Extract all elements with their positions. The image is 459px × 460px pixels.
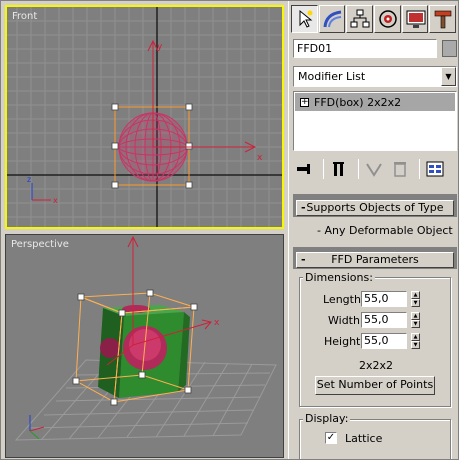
motion-tab[interactable]: [374, 5, 401, 33]
toolbar-divider: [323, 159, 324, 179]
trash-icon: [394, 162, 406, 177]
configure-sets-button[interactable]: [424, 158, 446, 180]
modifier-stack: + FFD(box) 2x2x2: [293, 91, 457, 151]
display-icon: [406, 10, 426, 28]
lattice-checkbox[interactable]: ✓: [325, 432, 337, 444]
hammer-icon: [435, 10, 452, 29]
viewport-area: y x z x Front x Perspective: [1, 1, 287, 459]
stack-item-ffd-box[interactable]: + FFD(box) 2x2x2: [295, 93, 455, 111]
modify-tab[interactable]: [318, 5, 346, 33]
width-field[interactable]: 55,0: [361, 312, 407, 328]
length-spinner[interactable]: ▲ ▼: [411, 291, 420, 307]
expand-icon[interactable]: +: [300, 97, 309, 107]
modifier-list-dropdown[interactable]: Modifier List ▼: [293, 66, 457, 87]
front-viewport-canvas: y x z x: [7, 7, 282, 227]
object-name-field[interactable]: FFD01: [293, 39, 437, 58]
command-panel-tabs: [291, 5, 457, 35]
lattice-label: Lattice: [345, 432, 383, 445]
width-label: Width:: [328, 314, 364, 327]
show-end-result-button[interactable]: [328, 158, 350, 180]
width-spinner[interactable]: ▲ ▼: [411, 312, 420, 328]
stack-tools: [293, 155, 457, 183]
pin-icon: [297, 164, 310, 174]
supports-rollout-body: - Any Deformable Object: [293, 217, 457, 247]
height-label: Height:: [324, 335, 365, 348]
dimensions-label: Dimensions:: [303, 271, 375, 284]
length-label: Length:: [323, 293, 365, 306]
supports-text: - Any Deformable Object: [317, 224, 453, 237]
cursor-icon: [299, 9, 313, 28]
stack-item-label: FFD(box) 2x2x2: [314, 95, 402, 109]
configure-icon: [426, 161, 444, 177]
create-tab[interactable]: [291, 5, 318, 33]
modifier-list-label: Modifier List: [298, 70, 366, 83]
make-unique-button[interactable]: [363, 158, 385, 180]
front-viewport[interactable]: y x z x Front: [5, 5, 284, 229]
hierarchy-tab[interactable]: [346, 5, 374, 33]
points-readout: 2x2x2: [359, 359, 394, 372]
svg-text:y: y: [157, 42, 163, 52]
toolbar-divider: [419, 159, 420, 179]
svg-text:x: x: [214, 318, 220, 328]
axis-tripod-3d: [29, 415, 45, 440]
rollout-scroll-area[interactable]: - Supports Objects of Type - Any Deforma…: [293, 194, 457, 459]
svg-text:x: x: [257, 153, 263, 163]
front-viewport-label[interactable]: Front: [12, 11, 37, 22]
supports-rollout-header[interactable]: - Supports Objects of Type: [296, 200, 454, 216]
pin-stack-button[interactable]: [293, 158, 315, 180]
perspective-viewport-canvas: x: [14, 235, 277, 441]
command-panel: FFD01 Modifier List ▼ + FFD(box) 2x2x2 -…: [288, 1, 458, 459]
perspective-viewport-label[interactable]: Perspective: [11, 239, 69, 250]
make-unique-icon: [366, 163, 382, 177]
hierarchy-icon: [350, 9, 370, 28]
chevron-down-icon[interactable]: ▼: [441, 67, 456, 86]
svg-text:z: z: [27, 175, 31, 184]
end-result-icon: [333, 162, 344, 176]
svg-text:x: x: [53, 196, 58, 205]
display-tab[interactable]: [401, 5, 429, 33]
axis-tripod: [31, 183, 51, 201]
motion-icon: [379, 10, 397, 28]
ffd-parameters-rollout-header[interactable]: - FFD Parameters: [296, 252, 454, 268]
object-color-swatch[interactable]: [442, 40, 457, 57]
utilities-tab[interactable]: [429, 5, 457, 33]
ffd-parameters-rollout-body: Dimensions: Length: 55,0 ▲ ▼ Width: 55,0 …: [293, 269, 457, 459]
perspective-viewport[interactable]: x Perspective: [5, 234, 284, 458]
display-label: Display:: [303, 412, 351, 425]
set-number-of-points-button[interactable]: Set Number of Points: [315, 376, 435, 395]
length-field[interactable]: 55,0: [361, 291, 407, 307]
remove-modifier-button[interactable]: [389, 158, 411, 180]
bend-icon: [323, 10, 341, 28]
toolbar-divider: [358, 159, 359, 179]
height-spinner[interactable]: ▲ ▼: [411, 333, 420, 349]
height-field[interactable]: 55,0: [361, 333, 407, 349]
